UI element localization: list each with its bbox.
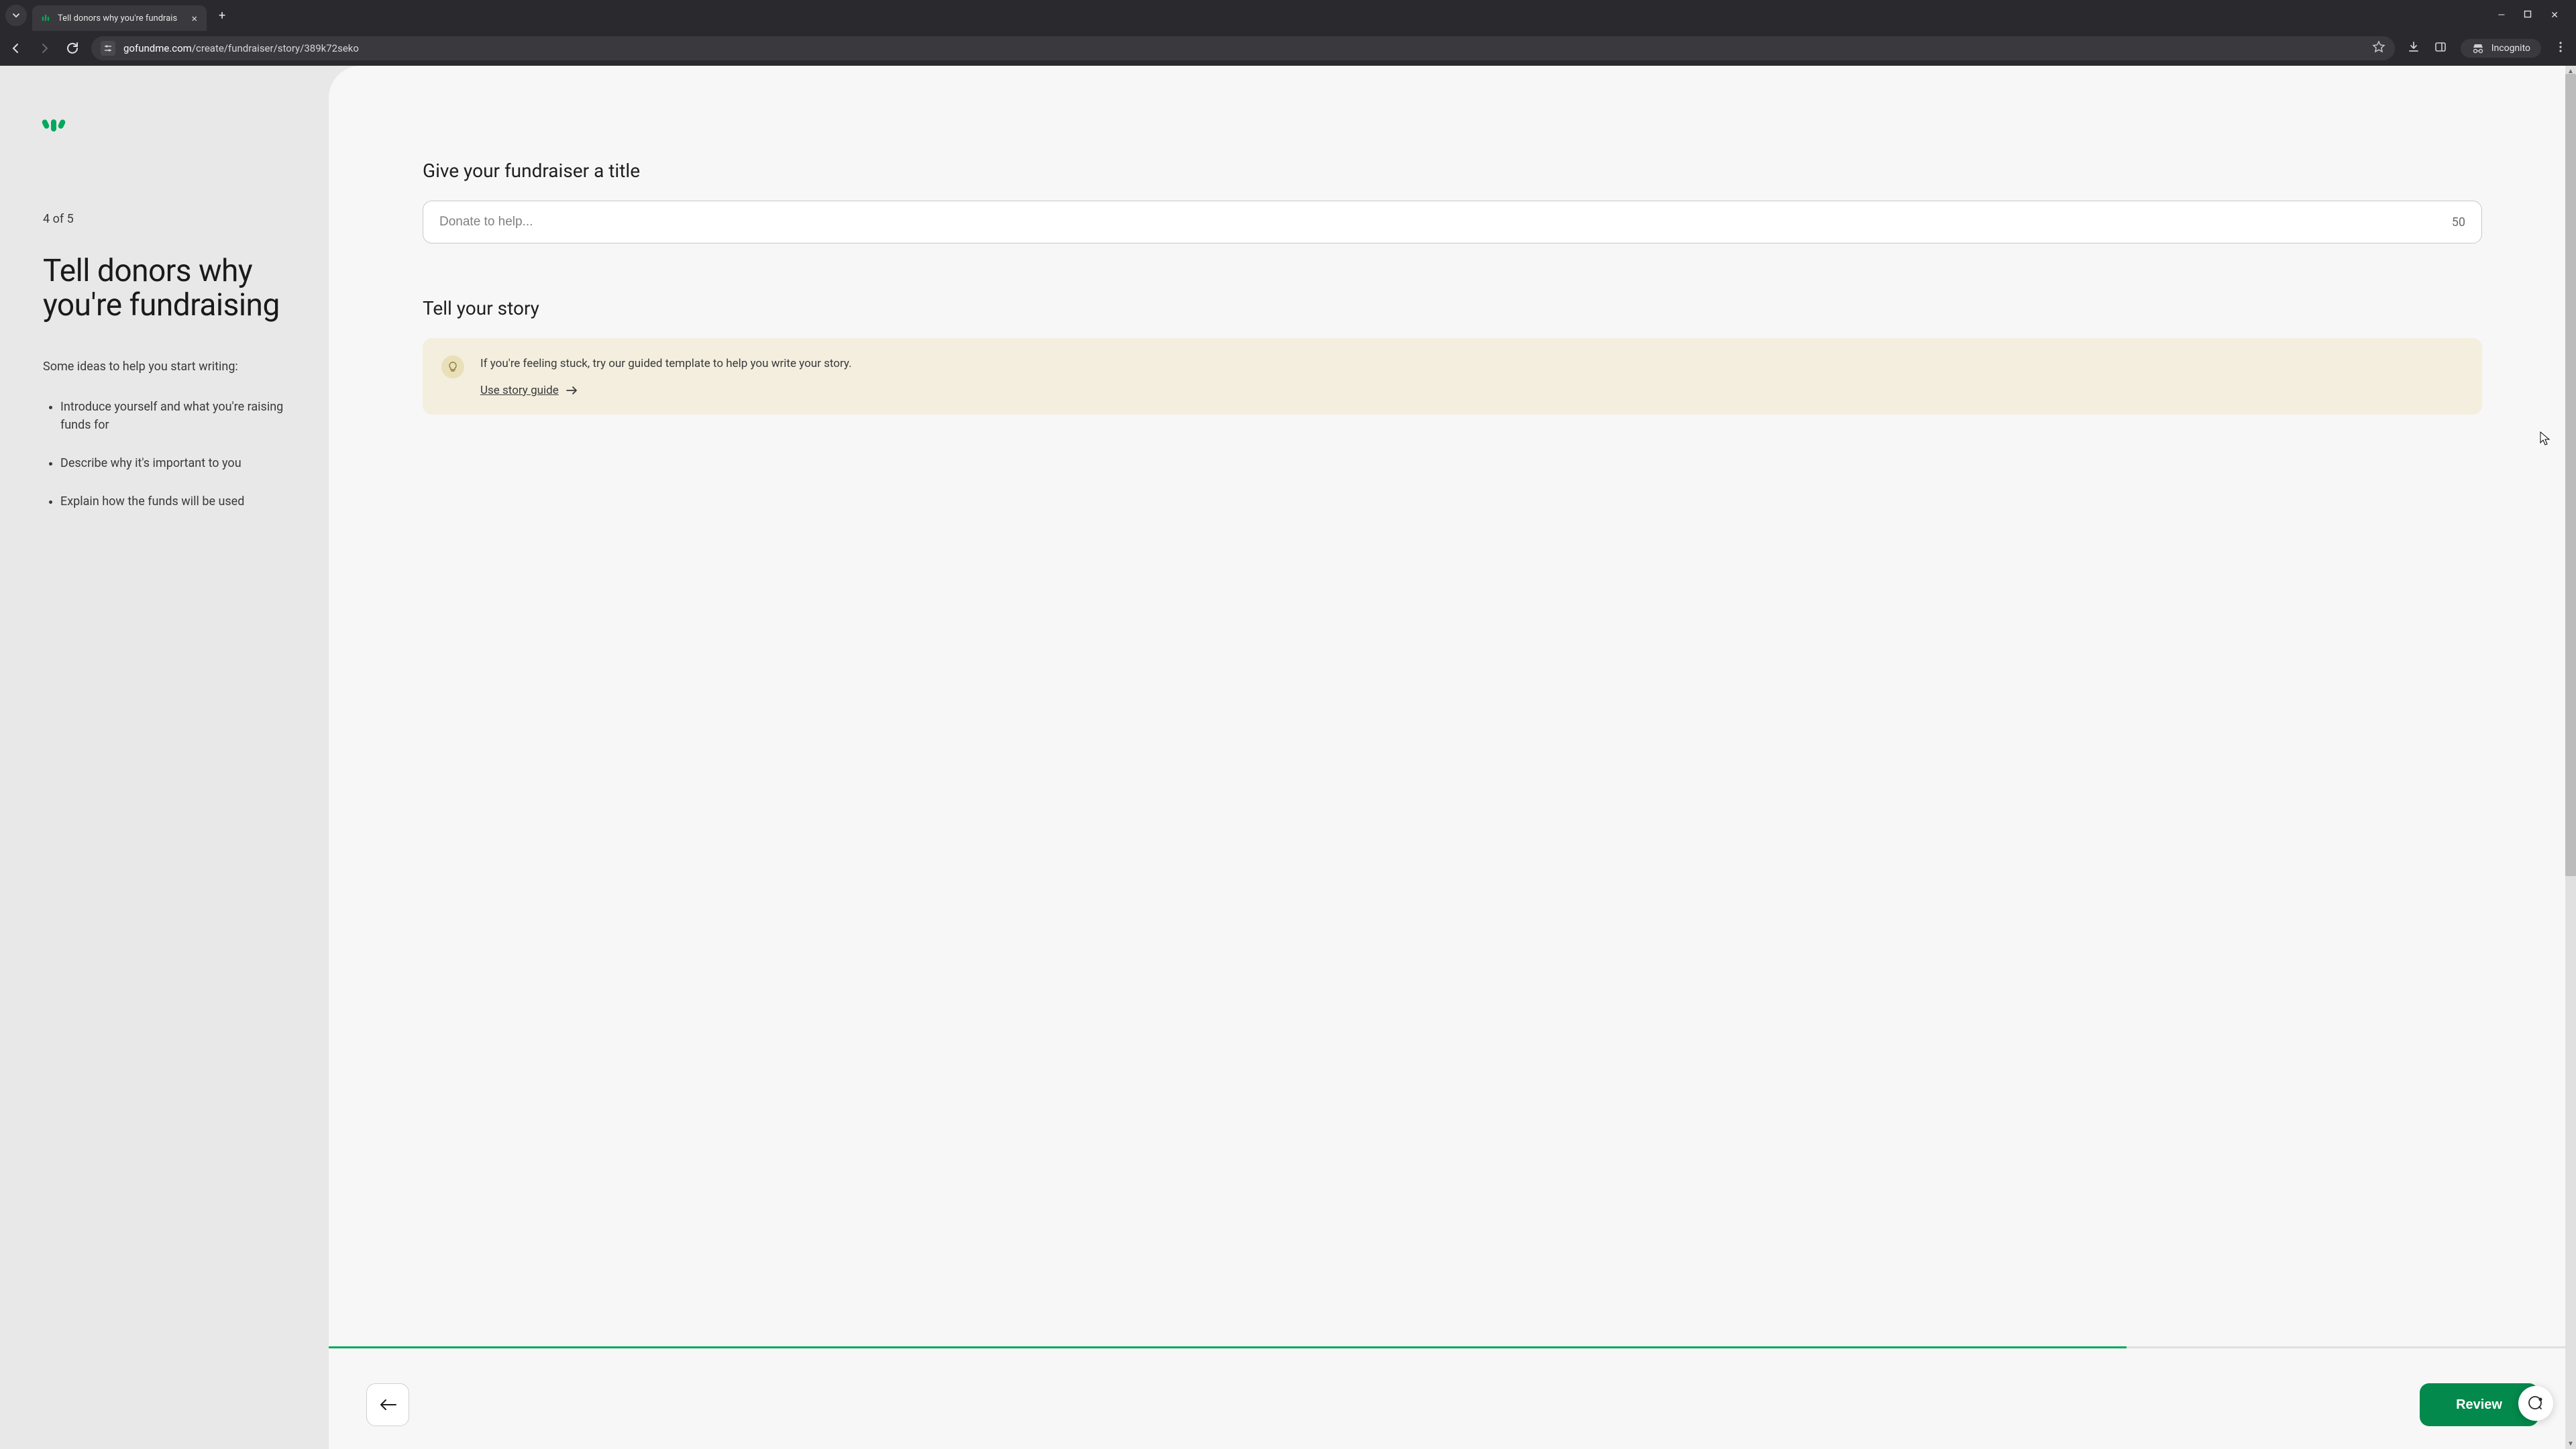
forward-nav-button[interactable] <box>38 42 51 55</box>
arrow-left-icon <box>378 1398 397 1411</box>
title-field-label: Give your fundraiser a title <box>423 160 2482 182</box>
page-content: 4 of 5 Tell donors why you're fundraisin… <box>0 66 2576 1449</box>
scrollbar-thumb[interactable] <box>2565 74 2576 876</box>
lightbulb-icon <box>441 356 464 378</box>
hint-text: If you're feeling stuck, try our guided … <box>480 356 852 373</box>
downloads-button[interactable] <box>2407 40 2420 56</box>
intro-text: Some ideas to help you start writing: <box>43 360 286 374</box>
title-input[interactable] <box>439 215 2452 229</box>
list-item: Describe why it's important to you <box>60 454 286 472</box>
arrow-right-icon <box>566 386 579 395</box>
arrow-right-icon <box>38 42 51 55</box>
progress-bar <box>329 1346 2576 1348</box>
hint-link-label: Use story guide <box>480 384 559 397</box>
close-window-button[interactable]: ✕ <box>2551 10 2559 21</box>
incognito-indicator[interactable]: Incognito <box>2461 39 2541 58</box>
browser-chrome: Tell donors why you're fundrais × + — ✕ <box>0 0 2576 66</box>
browser-menu-button[interactable] <box>2555 41 2567 56</box>
story-guide-link[interactable]: Use story guide <box>480 384 579 397</box>
brand-logo-icon <box>43 119 286 131</box>
arrow-left-icon <box>9 42 23 55</box>
page-heading: Tell donors why you're fundraising <box>43 254 286 322</box>
tune-icon <box>103 44 113 53</box>
back-button[interactable] <box>366 1383 409 1426</box>
side-panel-button[interactable] <box>2434 40 2447 56</box>
list-item: Introduce yourself and what you're raisi… <box>60 398 286 434</box>
url-text: gofundme.com/create/fundraiser/story/389… <box>123 42 2364 54</box>
scroll-down-arrow-icon[interactable]: ▼ <box>2565 1438 2576 1449</box>
bookmark-button[interactable] <box>2372 40 2385 56</box>
progress-fill <box>329 1346 2127 1348</box>
tips-list: Introduce yourself and what you're raisi… <box>43 398 286 511</box>
panel-icon <box>2434 40 2447 54</box>
back-nav-button[interactable] <box>9 42 23 55</box>
site-info-button[interactable] <box>101 41 115 56</box>
chat-icon <box>2527 1395 2544 1412</box>
maximize-icon <box>2524 10 2532 18</box>
new-tab-button[interactable]: + <box>212 5 232 27</box>
tab-close-button[interactable]: × <box>190 11 199 26</box>
vertical-scrollbar[interactable]: ▲ ▼ <box>2565 66 2576 1449</box>
incognito-label: Incognito <box>2491 43 2530 54</box>
tab-title: Tell donors why you're fundrais <box>58 13 183 23</box>
reload-button[interactable] <box>66 42 79 55</box>
maximize-button[interactable] <box>2524 10 2532 21</box>
reload-icon <box>66 42 79 55</box>
tab-strip: Tell donors why you're fundrais × + — ✕ <box>0 0 2576 31</box>
story-field-label: Tell your story <box>423 297 2482 319</box>
story-hint-box: If you're feeling stuck, try our guided … <box>423 338 2482 415</box>
window-controls: — ✕ <box>2498 10 2571 21</box>
list-item: Explain how the funds will be used <box>60 492 286 511</box>
browser-toolbar: gofundme.com/create/fundraiser/story/389… <box>0 31 2576 66</box>
incognito-icon <box>2471 43 2485 54</box>
favicon-icon <box>40 13 51 23</box>
bottom-nav: Review <box>366 1383 2538 1426</box>
title-input-container: 50 <box>423 201 2482 244</box>
download-icon <box>2407 40 2420 54</box>
kebab-icon <box>2555 41 2567 53</box>
right-panel: Give your fundraiser a title 50 Tell you… <box>329 66 2576 1449</box>
left-panel: 4 of 5 Tell donors why you're fundraisin… <box>0 66 329 1449</box>
chat-fab[interactable] <box>2518 1386 2553 1421</box>
char-counter: 50 <box>2452 215 2465 229</box>
chevron-down-icon <box>12 11 20 19</box>
minimize-button[interactable]: — <box>2498 10 2505 21</box>
tab-search-dropdown[interactable] <box>5 5 27 26</box>
browser-tab[interactable]: Tell donors why you're fundrais × <box>32 5 207 31</box>
star-icon <box>2372 40 2385 54</box>
step-counter: 4 of 5 <box>43 212 286 226</box>
address-bar[interactable]: gofundme.com/create/fundraiser/story/389… <box>91 36 2395 60</box>
